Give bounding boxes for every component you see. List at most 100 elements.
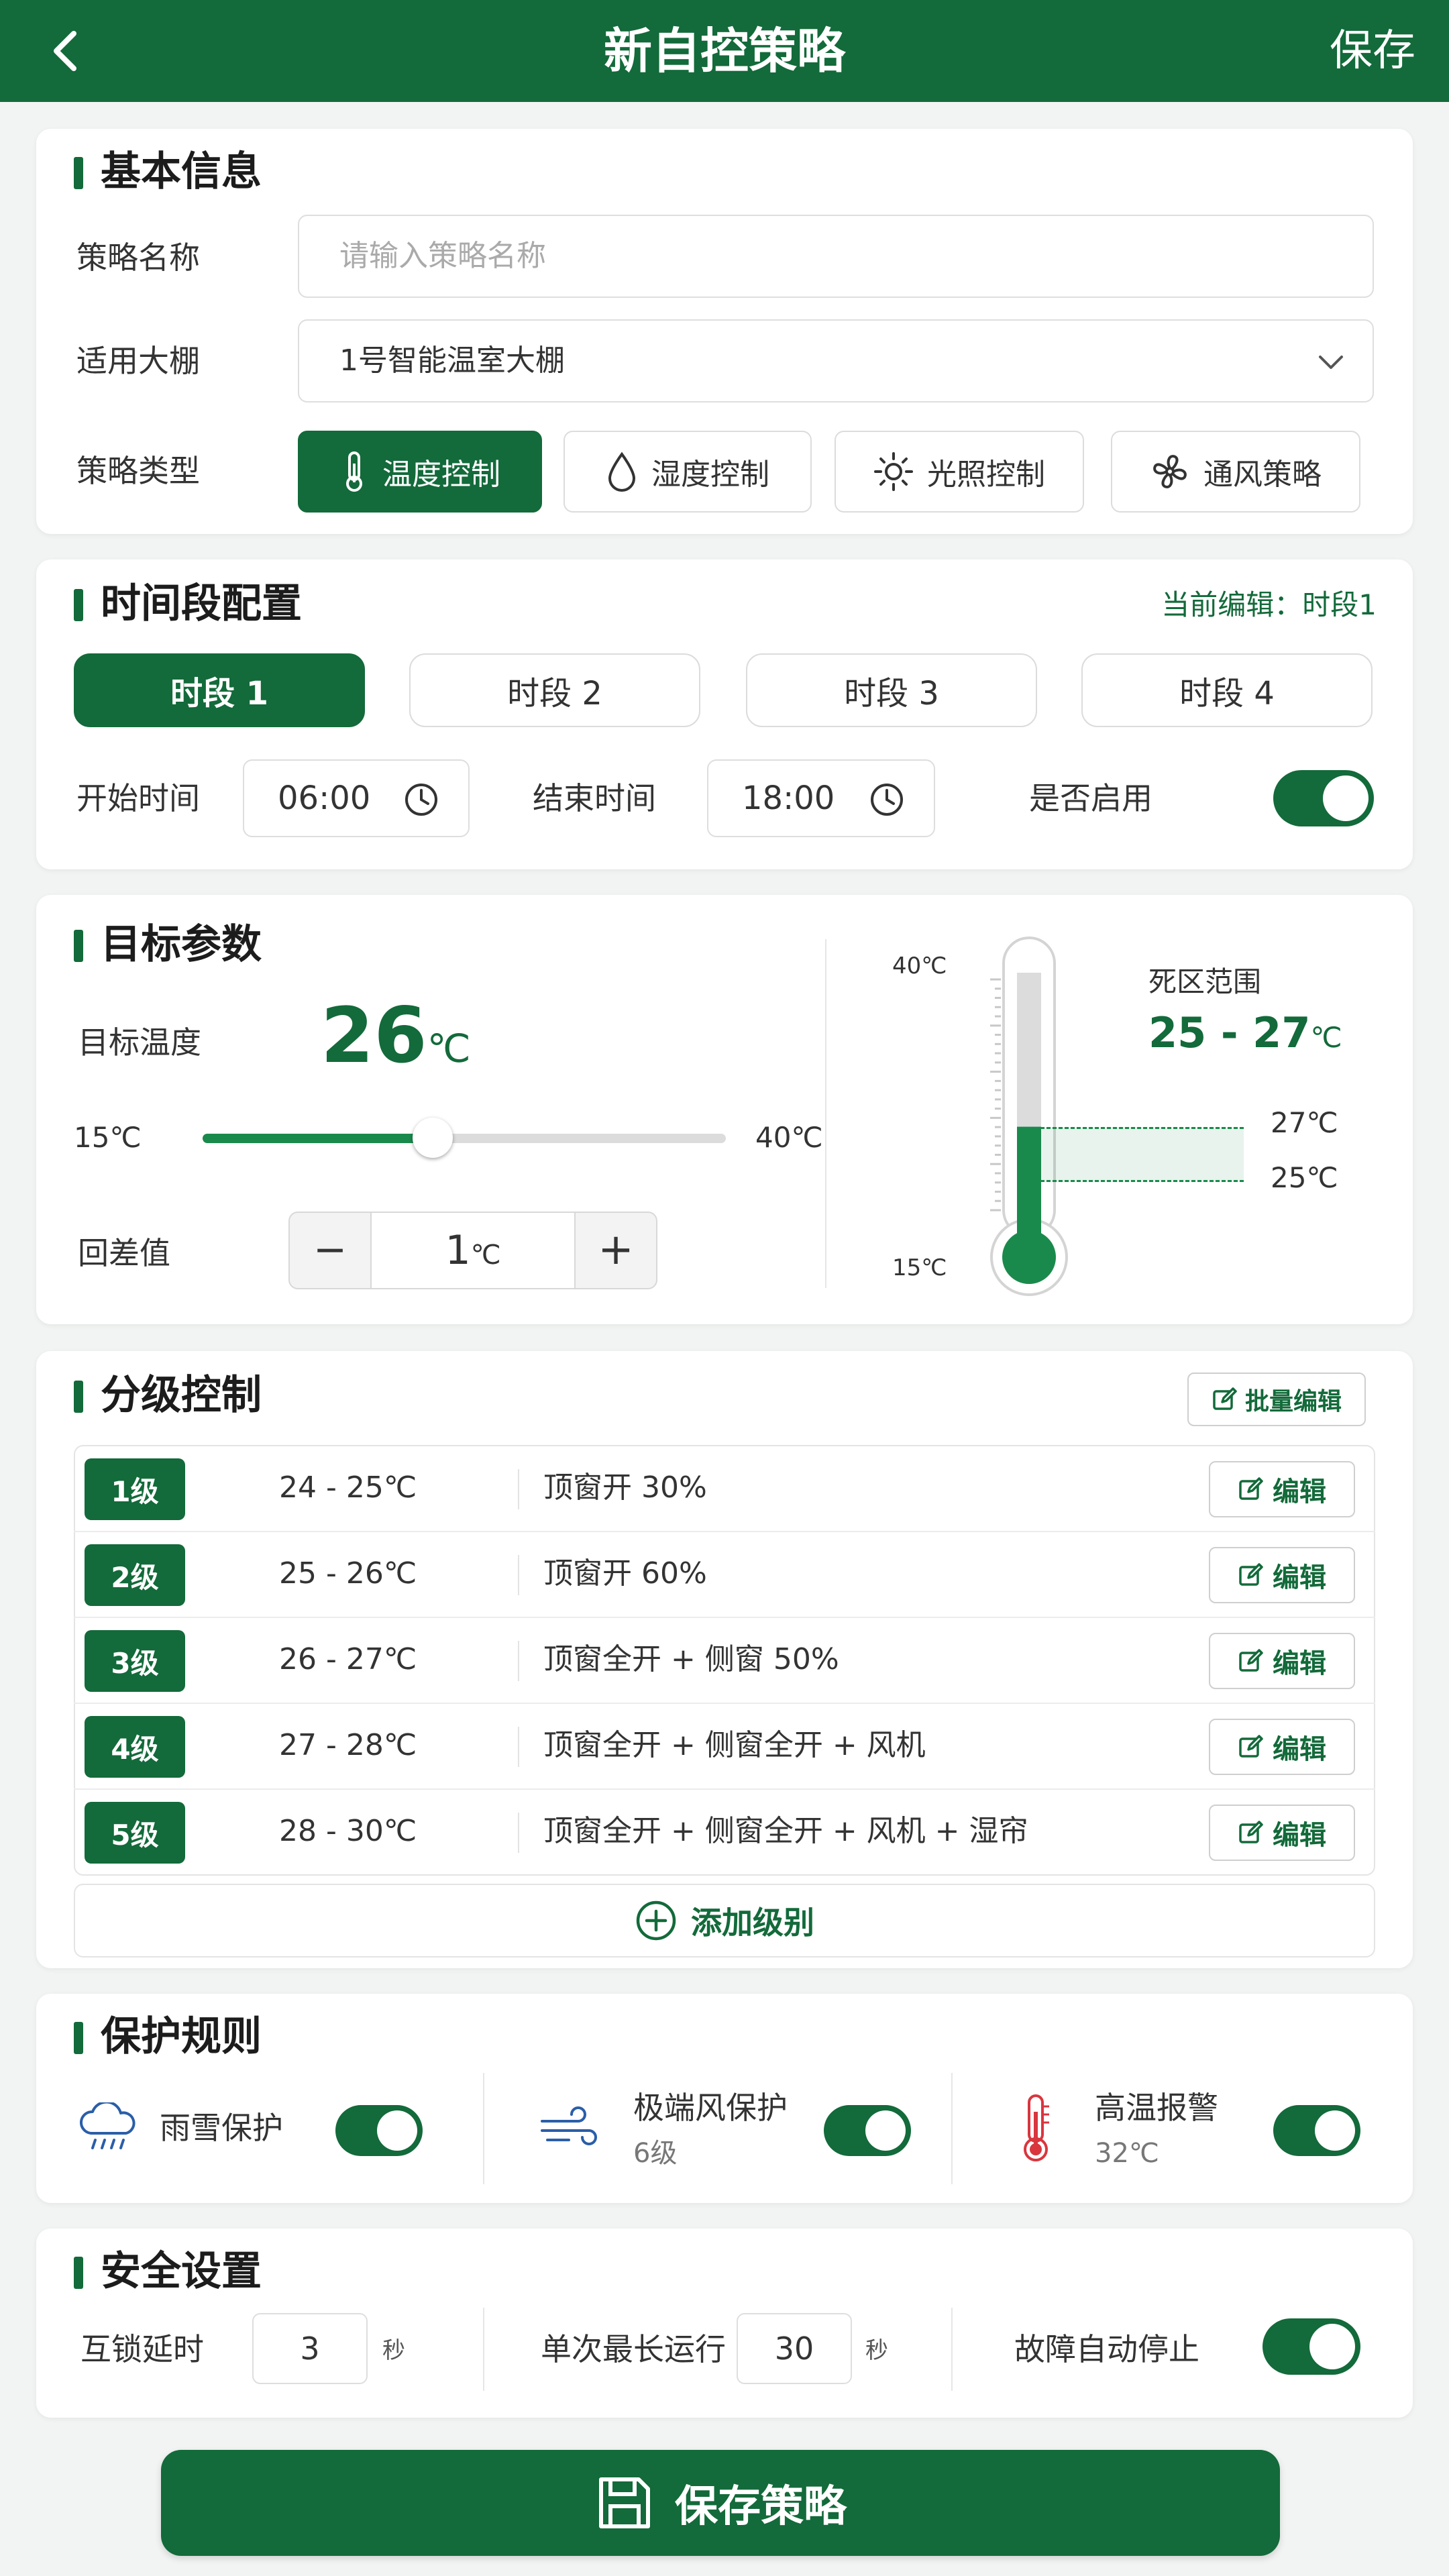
level-control-card: 分级控制 批量编辑 1级 24 - 25℃ 顶窗开 30% 编辑 2级 25 -… (36, 1351, 1413, 1968)
policy-name-label: 策略名称 (76, 239, 200, 276)
deadband-value: 25 - 27 (1148, 1008, 1311, 1057)
tab-period-4[interactable]: 时段 4 (1081, 653, 1373, 727)
batch-edit-label: 批量编辑 (1244, 1388, 1342, 1415)
deadband-range: 25 - 27℃ (1148, 1006, 1342, 1071)
edit-icon (1239, 1821, 1263, 1843)
deadband-unit: ℃ (1310, 1021, 1342, 1054)
edit-button[interactable]: 编辑 (1209, 1719, 1355, 1775)
safety-card: 安全设置 互锁延时 3 秒 单次最长运行 30 秒 故障自动停止 (36, 2229, 1413, 2418)
start-time-label: 开始时间 (76, 780, 200, 816)
level-range: 24 - 25℃ (279, 1470, 417, 1505)
max-run-unit: 秒 (865, 2337, 888, 2364)
start-time-value: 06:00 (278, 780, 371, 817)
save-policy-button[interactable]: 保存策略 (161, 2450, 1280, 2556)
interlock-input[interactable]: 3 (252, 2313, 368, 2384)
level-tag: 3级 (85, 1630, 185, 1692)
add-circle-icon (636, 1900, 676, 1941)
protect-divider-1 (483, 2073, 484, 2184)
level-action: 顶窗开 30% (543, 1470, 707, 1505)
high-temp-toggle[interactable] (1273, 2105, 1360, 2156)
time-period-title: 时间段配置 (74, 577, 302, 631)
level-action: 顶窗全开 + 侧窗 50% (543, 1642, 839, 1676)
slider-min-label: 15℃ (74, 1121, 142, 1154)
rain-protect-toggle[interactable] (335, 2105, 423, 2156)
level-tag: 2级 (85, 1544, 185, 1606)
add-level-label: 添加级别 (691, 1904, 814, 1941)
wind-icon (541, 2106, 597, 2145)
end-time-input[interactable]: 18:00 (707, 759, 935, 837)
level-range: 28 - 30℃ (279, 1814, 417, 1848)
tab-period-1[interactable]: 时段 1 (74, 653, 365, 727)
max-run-input[interactable]: 30 (737, 2313, 852, 2384)
interlock-label: 互锁延时 (80, 2331, 204, 2367)
hysteresis-minus-button[interactable]: − (288, 1212, 372, 1289)
hysteresis-label: 回差值 (78, 1235, 170, 1271)
row-divider (518, 1469, 519, 1509)
greenhouse-select[interactable]: 1号智能温室大棚 (298, 319, 1374, 402)
target-params-title: 目标参数 (74, 918, 262, 971)
droplet-icon (608, 451, 636, 492)
thermo-top-label: 40℃ (892, 953, 947, 979)
level-tag: 1级 (85, 1458, 185, 1520)
fan-icon (1153, 455, 1187, 488)
edit-button[interactable]: 编辑 (1209, 1633, 1355, 1689)
table-row: 1级 24 - 25℃ 顶窗开 30% 编辑 (74, 1446, 1375, 1532)
time-period-card: 时间段配置 当前编辑：时段1 时段 1 时段 2 时段 3 时段 4 开始时间 … (36, 559, 1413, 869)
level-range: 25 - 26℃ (279, 1556, 417, 1591)
type-chip-light[interactable]: 光照控制 (835, 431, 1084, 513)
save-floppy-icon (599, 2477, 650, 2528)
high-temp-label: 高温报警 (1095, 2090, 1218, 2126)
level-control-title: 分级控制 (74, 1368, 262, 1422)
thermo-ticks (990, 978, 1001, 1212)
header-save-button[interactable]: 保存 (1330, 19, 1415, 83)
table-row: 3级 26 - 27℃ 顶窗全开 + 侧窗 50% 编辑 (74, 1618, 1375, 1704)
fault-stop-toggle[interactable] (1263, 2318, 1360, 2375)
basic-info-title: 基本信息 (74, 145, 262, 199)
current-edit-value: 时段1 (1302, 588, 1377, 621)
edit-label: 编辑 (1273, 1734, 1326, 1765)
target-temp-slider[interactable] (203, 1118, 726, 1158)
target-divider (825, 939, 826, 1288)
wind-protect-toggle[interactable] (824, 2105, 911, 2156)
end-time-label: 结束时间 (533, 780, 656, 816)
slider-handle[interactable] (413, 1118, 453, 1158)
page-title: 新自控策略 (603, 23, 845, 79)
add-level-button[interactable]: 添加级别 (74, 1884, 1375, 1957)
type-chip-temperature[interactable]: 温度控制 (298, 431, 542, 513)
edit-button[interactable]: 编辑 (1209, 1805, 1355, 1861)
hysteresis-value-box[interactable]: 1℃ (370, 1212, 576, 1289)
type-chip-ventilation[interactable]: 通风策略 (1111, 431, 1360, 513)
policy-name-input[interactable]: 请输入策略名称 (298, 215, 1374, 298)
type-chip-label: 湿度控制 (651, 458, 769, 492)
table-row: 2级 25 - 26℃ 顶窗开 60% 编辑 (74, 1532, 1375, 1618)
tab-period-2[interactable]: 时段 2 (409, 653, 700, 727)
level-action: 顶窗开 60% (543, 1556, 707, 1591)
max-run-label: 单次最长运行 (541, 2331, 726, 2367)
thermo-bottom-label: 15℃ (892, 1254, 947, 1281)
period-enabled-toggle[interactable] (1273, 770, 1374, 826)
policy-type-label: 策略类型 (76, 453, 200, 489)
batch-edit-button[interactable]: 批量编辑 (1187, 1373, 1366, 1426)
target-temp-unit: ℃ (427, 1026, 471, 1071)
hysteresis-value: 1 (445, 1227, 471, 1274)
edit-label: 编辑 (1273, 1562, 1326, 1593)
greenhouse-value: 1号智能温室大棚 (339, 343, 565, 378)
type-chip-humidity[interactable]: 湿度控制 (564, 431, 812, 513)
tab-period-3[interactable]: 时段 3 (746, 653, 1037, 727)
hysteresis-unit: ℃ (470, 1240, 501, 1271)
target-temp-display: 26℃ (321, 996, 471, 1099)
safety-divider-2 (951, 2308, 953, 2391)
hysteresis-stepper: − 1℃ + (252, 1212, 657, 1289)
deadband-low-label: 25℃ (1271, 1161, 1338, 1194)
thermometer-icon (346, 451, 362, 492)
policy-name-placeholder: 请输入策略名称 (339, 239, 546, 273)
edit-button[interactable]: 编辑 (1209, 1461, 1355, 1517)
deadband-band (1022, 1127, 1244, 1182)
start-time-input[interactable]: 06:00 (243, 759, 470, 837)
clock-icon (405, 784, 437, 816)
wind-protect-label: 极端风保护 (633, 2090, 788, 2126)
hysteresis-plus-button[interactable]: + (574, 1212, 657, 1289)
deadband-label: 死区范围 (1148, 965, 1262, 998)
clock-icon (871, 784, 903, 816)
edit-button[interactable]: 编辑 (1209, 1547, 1355, 1603)
